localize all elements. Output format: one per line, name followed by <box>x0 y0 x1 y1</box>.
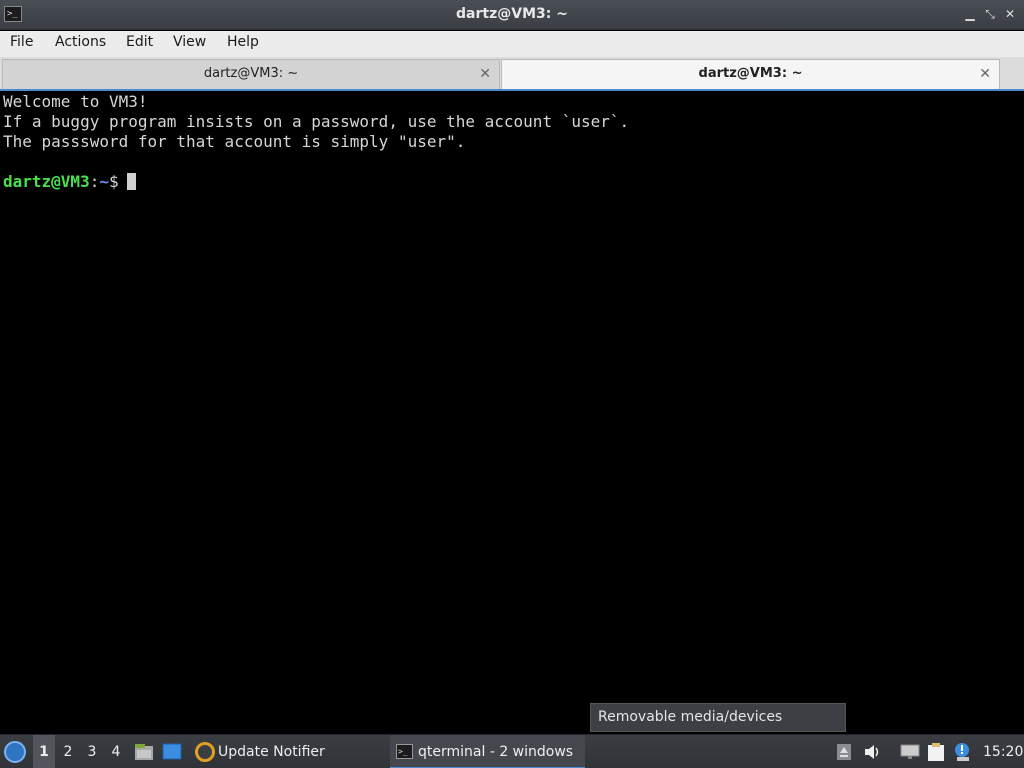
update-notifier-label[interactable]: Update Notifier <box>218 735 325 768</box>
volume-icon[interactable] <box>864 744 882 760</box>
tooltip: Removable media/devices manager <box>590 703 846 752</box>
terminal-prompt-line: dartz@VM3:~$ <box>3 172 1021 192</box>
tab-label: dartz@VM3: ~ <box>203 66 299 81</box>
task-label: qterminal - 2 windows <box>418 744 574 760</box>
restore-button[interactable]: ⤡ <box>982 6 998 22</box>
tab-2[interactable]: dartz@VM3: ~ ✕ <box>501 59 1000 90</box>
desktop-4[interactable]: 4 <box>105 735 127 768</box>
prompt-path: ~ <box>99 172 109 191</box>
menubar: File Actions Edit View Help <box>0 31 1024 57</box>
removable-media-icon[interactable] <box>836 743 852 761</box>
desktop-2[interactable]: 2 <box>57 735 79 768</box>
taskbar-task-qterminal[interactable]: >_ qterminal - 2 windows <box>390 735 585 768</box>
tab-close-icon[interactable]: ✕ <box>979 60 991 88</box>
window-title: dartz@VM3: ~ <box>456 6 568 22</box>
menu-edit[interactable]: Edit <box>124 34 155 50</box>
update-notifier-icon[interactable] <box>195 742 215 762</box>
clipboard-icon[interactable] <box>926 742 946 762</box>
file-manager-icon[interactable] <box>134 742 154 762</box>
terminal-icon: >_ <box>396 744 413 759</box>
desktop-3[interactable]: 3 <box>81 735 103 768</box>
tab-1[interactable]: dartz@VM3: ~ ✕ <box>2 59 500 89</box>
window-titlebar[interactable]: >_ dartz@VM3: ~ ▁ ⤡ ✕ <box>0 0 1024 30</box>
terminal-area[interactable]: Welcome to VM3! If a buggy program insis… <box>0 91 1024 734</box>
clock[interactable]: 15:20 <box>983 735 1023 768</box>
menu-view[interactable]: View <box>171 34 208 50</box>
close-window-button[interactable]: ✕ <box>1002 6 1018 22</box>
tab-close-icon[interactable]: ✕ <box>479 60 491 88</box>
start-menu-icon[interactable] <box>4 741 26 763</box>
notification-icon[interactable] <box>954 742 972 762</box>
terminal-line: If a buggy program insists on a password… <box>3 112 630 131</box>
prompt-symbol: $ <box>108 172 119 191</box>
terminal-line: Welcome to VM3! <box>3 92 148 111</box>
terminal-line: The passsword for that account is simply… <box>3 132 466 151</box>
menu-actions[interactable]: Actions <box>53 34 108 50</box>
tab-label: dartz@VM3: ~ <box>698 66 803 81</box>
menu-help[interactable]: Help <box>225 34 261 50</box>
desktop-1[interactable]: 1 <box>33 735 55 768</box>
prompt-user: dartz@VM3 <box>3 172 90 191</box>
network-icon[interactable] <box>900 744 920 760</box>
minimize-button[interactable]: ▁ <box>962 6 978 22</box>
taskbar: 1 2 3 4 Update Notifier >_ qterminal - 2… <box>0 734 1024 768</box>
tab-bar: dartz@VM3: ~ ✕ dartz@VM3: ~ ✕ <box>0 57 1024 90</box>
menu-file[interactable]: File <box>8 34 35 50</box>
text-cursor <box>126 173 136 190</box>
prompt-colon: : <box>89 172 100 191</box>
show-desktop-icon[interactable] <box>162 743 182 761</box>
